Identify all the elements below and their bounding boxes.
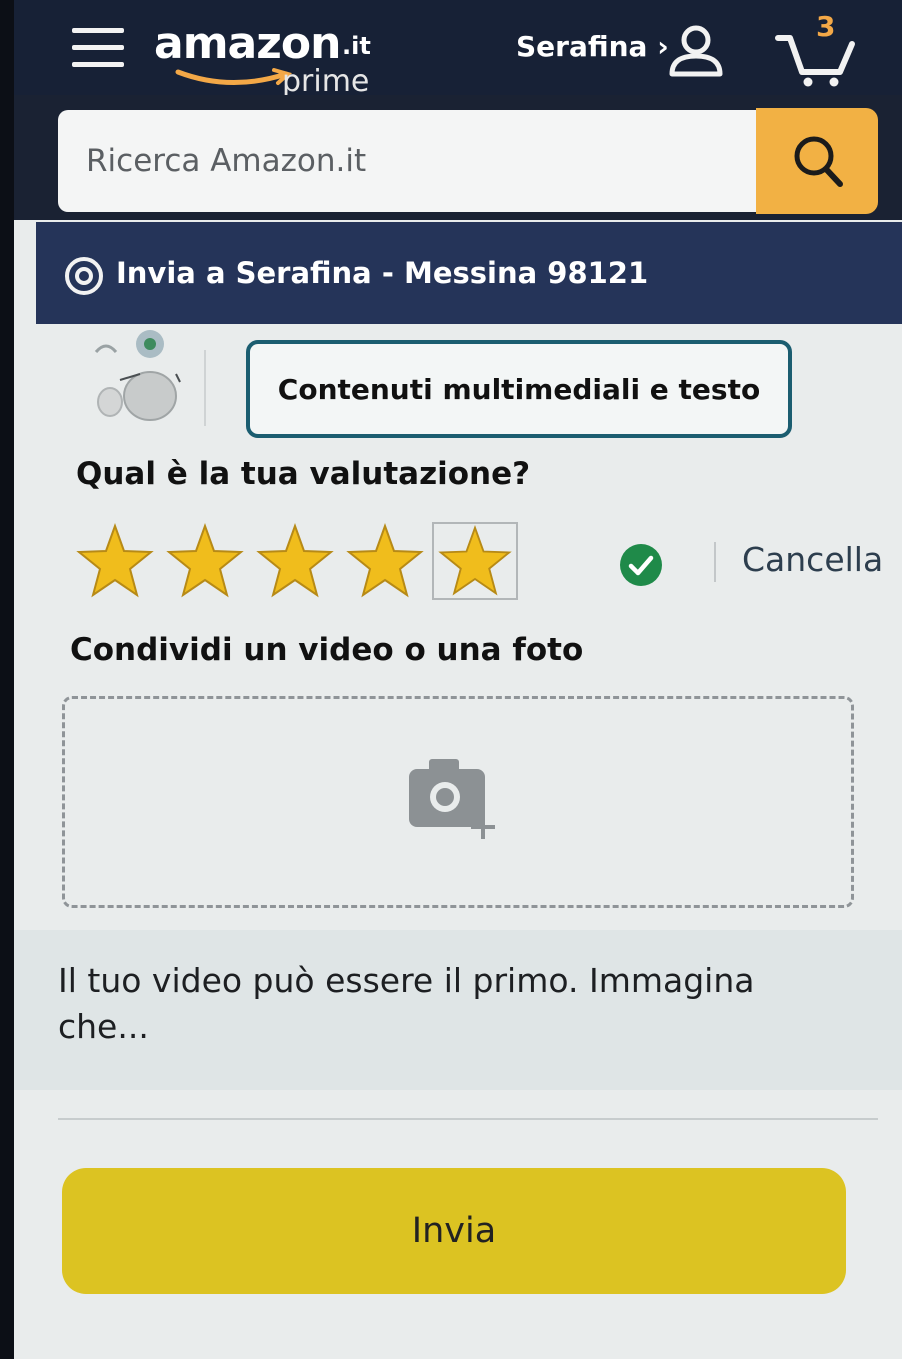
- check-icon: [620, 544, 662, 586]
- logo-tld: .it: [342, 32, 371, 60]
- star-3-icon[interactable]: [256, 522, 334, 600]
- smile-arrow-icon: [175, 68, 293, 86]
- star-1-icon[interactable]: [76, 522, 154, 600]
- cart-basket-icon: [775, 35, 855, 87]
- logo-prime: prime: [282, 64, 370, 99]
- star-4-icon[interactable]: [346, 522, 424, 600]
- screen: amazon .it prime Serafina › 3 Ricerca Am…: [14, 0, 902, 1359]
- logo-word: amazon: [154, 18, 341, 69]
- submit-button[interactable]: Invia: [62, 1168, 846, 1294]
- top-navigation-bar: amazon .it prime Serafina › 3: [14, 0, 902, 110]
- delivery-location-text: Invia a Serafina - Messina 98121: [116, 256, 649, 290]
- user-icon[interactable]: [664, 24, 728, 80]
- media-upload-area[interactable]: [62, 696, 854, 908]
- product-thumbnail: [94, 330, 181, 421]
- search-icon: [794, 136, 843, 187]
- menu-icon[interactable]: [72, 28, 124, 72]
- thumbnail-divider: [204, 350, 206, 426]
- rating-divider: [714, 542, 716, 582]
- star-5-icon[interactable]: [432, 522, 518, 600]
- location-pin-icon: [65, 257, 103, 295]
- rating-heading: Qual è la tua valutazione?: [76, 456, 531, 492]
- delivery-location-bar[interactable]: Invia a Serafina - Messina 98121: [36, 222, 902, 324]
- section-divider: [58, 1118, 878, 1120]
- cart-icon[interactable]: 3: [768, 10, 858, 90]
- camera-add-icon: [409, 759, 495, 839]
- search-button[interactable]: [756, 108, 878, 214]
- star-2-icon[interactable]: [166, 522, 244, 600]
- review-prompt-text: Il tuo video può essere il primo. Immagi…: [58, 961, 755, 1046]
- clear-rating-link[interactable]: Cancella: [742, 540, 883, 579]
- search-bar: [14, 95, 902, 220]
- amazon-prime-logo[interactable]: amazon .it prime: [154, 18, 394, 102]
- account-link[interactable]: Serafina ›: [516, 30, 669, 63]
- search-input[interactable]: [58, 110, 768, 212]
- tab-media-and-text[interactable]: Contenuti multimediali e testo: [246, 340, 792, 438]
- share-media-heading: Condividi un video o una foto: [70, 632, 584, 668]
